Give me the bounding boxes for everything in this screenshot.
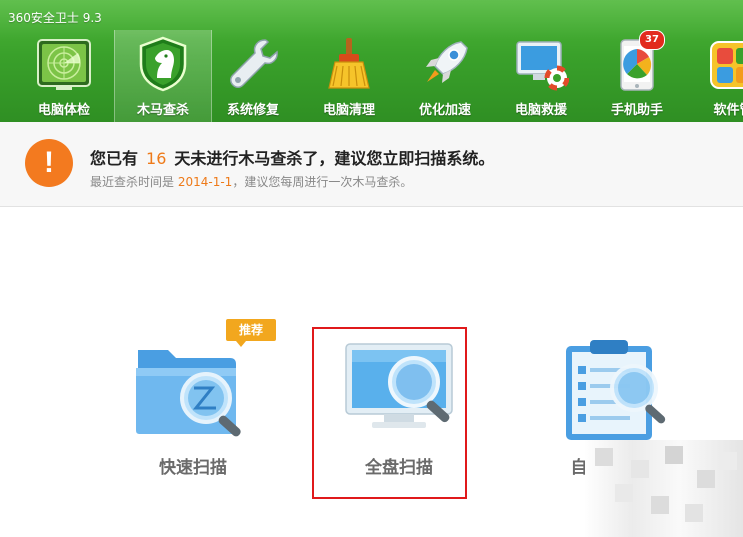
folder-magnifier-icon <box>136 350 241 437</box>
broom-icon <box>328 38 370 89</box>
radar-icon <box>37 39 91 90</box>
tab-software-manager[interactable]: 软件管 <box>685 30 743 122</box>
recommended-tag: 推荐 <box>226 319 276 347</box>
quick-scan-label: 快速扫描 <box>159 458 227 478</box>
notification-badge: 37 <box>639 30 665 50</box>
horse-shield-icon <box>139 36 187 92</box>
notice-prefix: 您已有 <box>90 149 139 168</box>
wrench-icon <box>230 39 278 88</box>
app-title: 360安全卫士 9.3 <box>8 11 102 25</box>
tab-label: 电脑体检 <box>37 103 90 118</box>
tab-computer-cleanup[interactable]: 电脑清理 <box>301 30 397 122</box>
tab-label: 软件管 <box>713 103 743 118</box>
top-toolbar: 360安全卫士 9.3 电脑体检 木马查杀 系统修复 电脑清理 优化加速 电脑救… <box>0 0 743 122</box>
selection-highlight-box <box>312 327 467 499</box>
tab-phone-assistant[interactable]: 37 手机助手 <box>589 30 685 122</box>
notice-subtext: 最近查杀时间是 2014-1-1，建议您每周进行一次木马查杀。 <box>90 173 412 190</box>
main-tabs: 电脑体检 木马查杀 系统修复 电脑清理 优化加速 电脑救援 37 手机助手 软件 <box>0 30 743 122</box>
days-count: 16 <box>146 149 167 168</box>
clipboard-magnifier-icon <box>566 340 666 440</box>
tab-label: 电脑救援 <box>514 103 567 118</box>
tab-system-repair[interactable]: 系统修复 <box>205 30 301 122</box>
tab-label: 系统修复 <box>226 103 279 118</box>
tab-label: 电脑清理 <box>322 103 375 118</box>
scan-reminder-banner: ! 您已有 16 天未进行木马查杀了，建议您立即扫描系统。 最近查杀时间是 2014… <box>0 122 743 207</box>
monitor-lifebuoy-icon <box>516 41 569 91</box>
tab-computer-checkup[interactable]: 电脑体检 <box>16 30 112 122</box>
tab-label: 优化加速 <box>418 103 471 118</box>
tab-label: 木马查杀 <box>136 103 189 118</box>
mosaic-overlay <box>585 440 743 537</box>
software-icon <box>710 41 743 89</box>
tab-computer-rescue[interactable]: 电脑救援 <box>493 30 589 122</box>
tab-label: 手机助手 <box>610 103 663 118</box>
last-scan-date: 2014-1-1 <box>177 175 233 189</box>
tab-optimize-speedup[interactable]: 优化加速 <box>397 30 493 122</box>
tab-trojan-scan[interactable]: 木马查杀 <box>114 30 212 122</box>
last-scan-prefix: 最近查杀时间是 <box>90 175 175 189</box>
notice-suffix: 天未进行木马查杀了，建议您立即扫描系统。 <box>174 149 495 168</box>
rocket-icon <box>426 41 468 83</box>
notice-headline: 您已有 16 天未进行木马查杀了，建议您立即扫描系统。 <box>90 145 494 169</box>
last-scan-suffix: ，建议您每周进行一次木马查杀。 <box>232 175 413 189</box>
exclamation-icon: ! <box>25 139 73 187</box>
